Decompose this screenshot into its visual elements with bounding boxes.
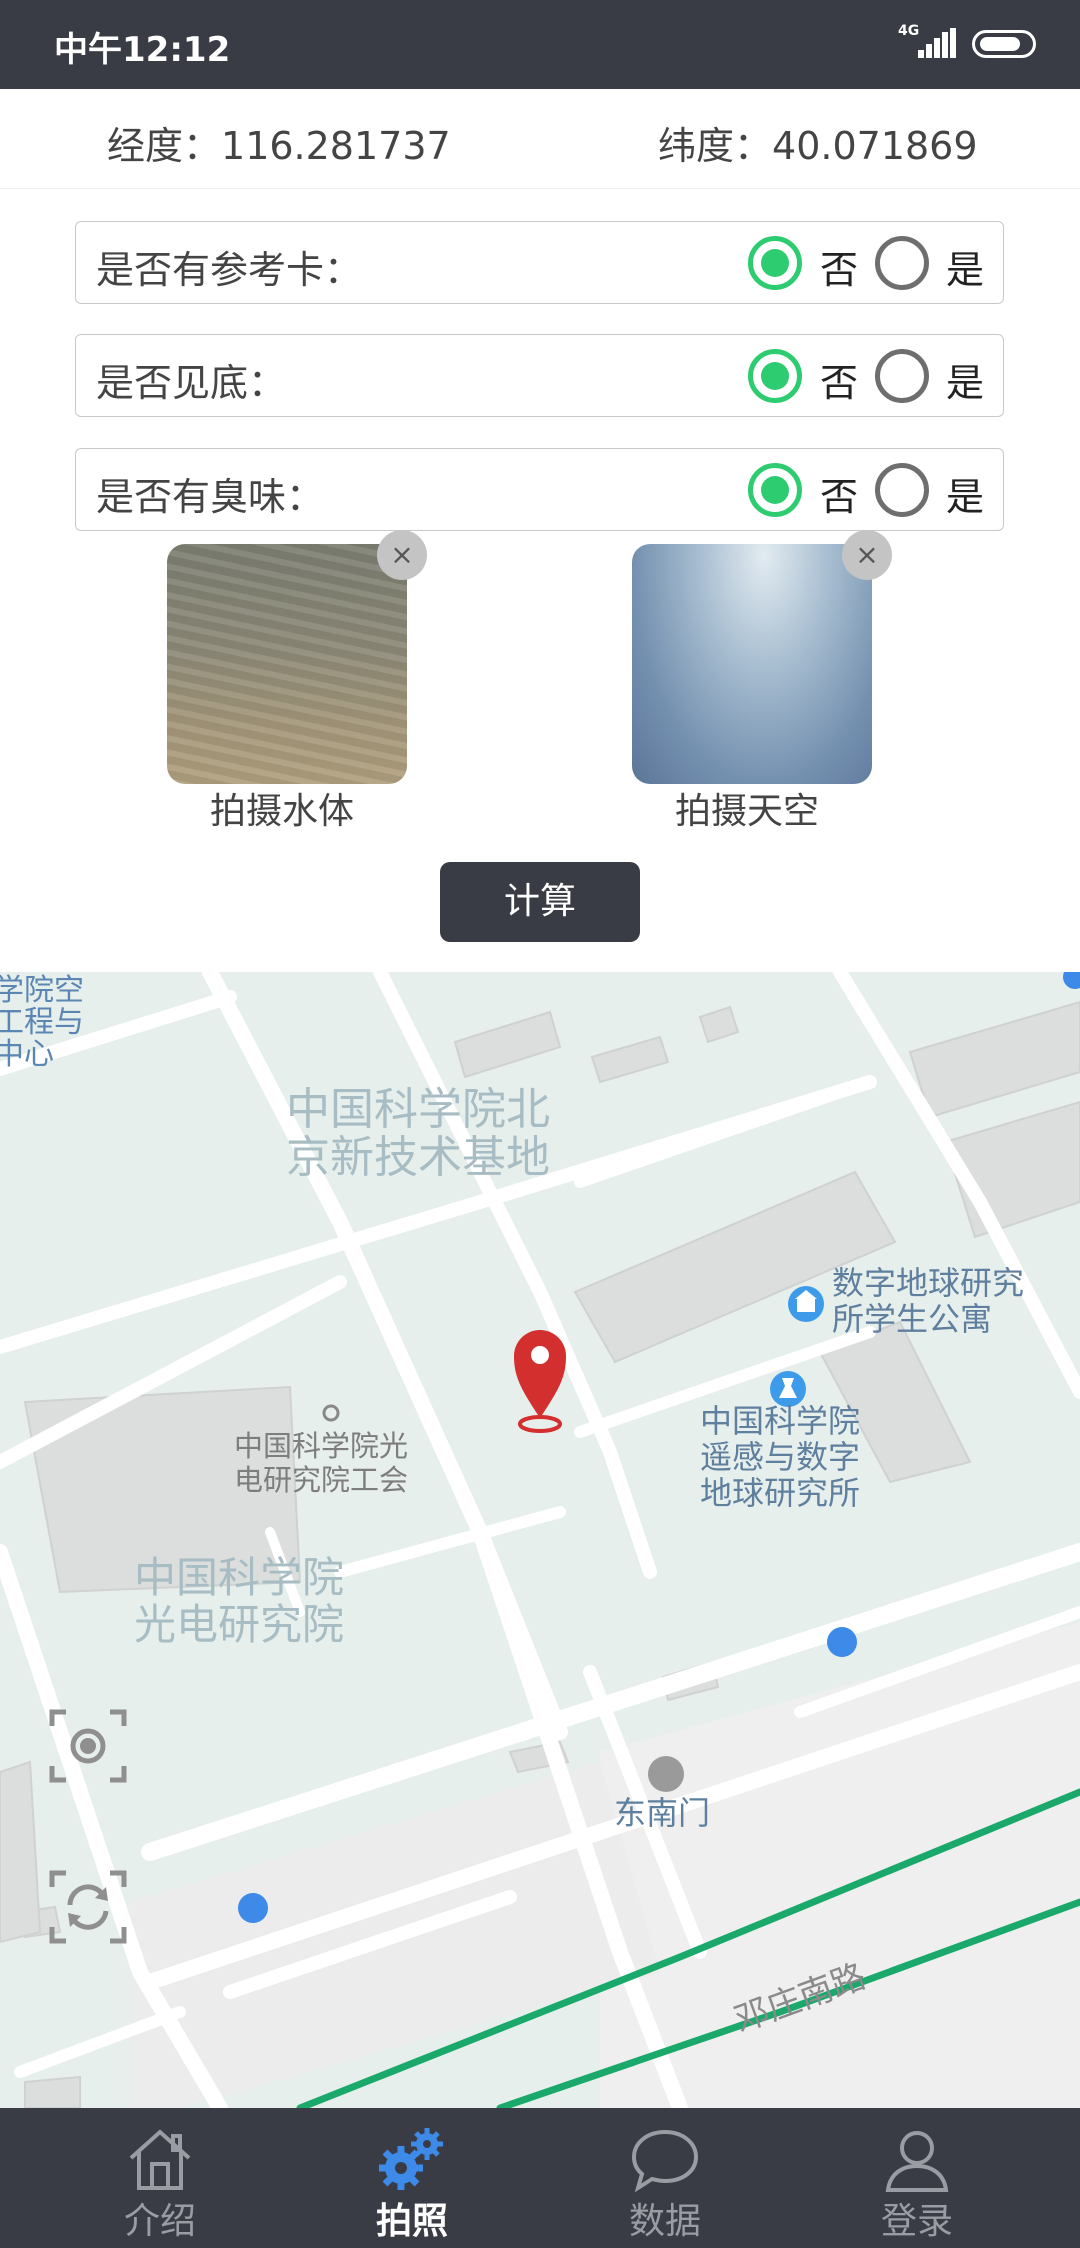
parking-icon <box>238 1893 268 1923</box>
signal-icon <box>918 28 956 58</box>
question-odor: 是否有臭味： 否 是 <box>75 448 1004 531</box>
question-reference-card: 是否有参考卡： 否 是 <box>75 221 1004 304</box>
radio-yes-label: 是 <box>946 475 985 519</box>
parking-icon <box>1063 972 1080 989</box>
radio-no-label: 否 <box>820 475 859 519</box>
radio-yes[interactable] <box>875 463 929 517</box>
water-photo-label: 拍摄水体 <box>209 791 354 832</box>
radio-yes[interactable] <box>875 236 929 290</box>
status-bar: 中午12:12 4G <box>0 0 1080 89</box>
map-label: 东南门 <box>614 1795 710 1831</box>
latitude-label: 纬度： <box>658 124 773 168</box>
map-label: 中国科学院北 <box>286 1085 550 1134</box>
longitude-value: 116.281737 <box>221 124 451 168</box>
refresh-map-icon[interactable] <box>48 1867 128 1947</box>
radio-yes[interactable] <box>875 349 929 403</box>
bottom-nav: 介绍 拍照 数据 登录 <box>0 2108 1080 2248</box>
nav-label: 介绍 <box>123 2201 196 2242</box>
map-canvas: 学院空 工程与 中心 中国科学院北 京新技术基地 数字地球研究 所学生公寓 中国… <box>0 972 1080 2108</box>
network-type: 4G <box>898 23 920 39</box>
map-view[interactable]: 学院空 工程与 中心 中国科学院北 京新技术基地 数字地球研究 所学生公寓 中国… <box>0 972 1080 2108</box>
radio-no[interactable] <box>748 236 802 290</box>
map-label: 工程与 <box>0 1006 84 1039</box>
sky-photo-label: 拍摄天空 <box>674 791 819 832</box>
map-label: 遥感与数字 <box>700 1439 860 1475</box>
status-time: 中午12:12 <box>54 30 231 70</box>
home-icon <box>129 2129 191 2190</box>
radio-no-label: 否 <box>820 248 859 292</box>
sky-photo[interactable] <box>632 544 872 784</box>
nav-label: 拍照 <box>375 2201 448 2242</box>
nav-tab-photo[interactable]: 拍照 <box>277 2108 547 2248</box>
gate-poi-icon <box>648 1756 684 1792</box>
question-label: 是否见底： <box>96 361 287 405</box>
latitude-value: 40.071869 <box>772 124 978 168</box>
question-label: 是否有参考卡： <box>96 248 363 292</box>
remove-water-photo-button[interactable]: × <box>377 530 427 580</box>
nav-label: 数据 <box>628 2201 701 2242</box>
map-label: 中国科学院 <box>700 1403 860 1439</box>
nav-tab-login[interactable]: 登录 <box>782 2108 1052 2248</box>
chat-bubble-icon <box>631 2129 699 2193</box>
longitude-label: 经度： <box>107 124 222 168</box>
longitude-readout: 经度：116.281737 <box>107 115 451 170</box>
parking-icon <box>827 1627 857 1657</box>
question-see-bottom: 是否见底： 否 是 <box>75 334 1004 417</box>
map-label: 学院空 <box>0 974 84 1007</box>
nav-label: 登录 <box>880 2201 953 2242</box>
question-label: 是否有臭味： <box>96 475 325 519</box>
calculate-button[interactable]: 计算 <box>440 862 640 942</box>
location-marker-icon <box>514 1330 566 1433</box>
locate-me-icon[interactable] <box>48 1706 128 1786</box>
map-label: 地球研究所 <box>700 1475 860 1511</box>
map-label: 电研究院工会 <box>234 1464 408 1497</box>
coordinates-bar: 经度：116.281737 纬度：40.071869 <box>0 89 1080 189</box>
radio-no[interactable] <box>748 463 802 517</box>
map-label: 中国科学院光 <box>234 1430 408 1463</box>
poi-dot-icon <box>322 1404 340 1422</box>
map-label: 光电研究院 <box>134 1601 344 1648</box>
nav-tab-intro[interactable]: 介绍 <box>25 2108 295 2248</box>
battery-icon <box>972 30 1036 58</box>
gears-icon <box>379 2128 443 2190</box>
radio-no-label: 否 <box>820 361 859 405</box>
remove-sky-photo-button[interactable]: × <box>842 530 892 580</box>
water-photo[interactable] <box>167 544 407 784</box>
map-label: 中心 <box>0 1038 54 1071</box>
radio-no[interactable] <box>748 349 802 403</box>
user-icon <box>885 2131 949 2192</box>
nav-tab-data[interactable]: 数据 <box>530 2108 800 2248</box>
map-label: 数字地球研究 <box>832 1265 1024 1301</box>
map-label: 京新技术基地 <box>286 1133 550 1182</box>
radio-yes-label: 是 <box>946 361 985 405</box>
latitude-readout: 纬度：40.071869 <box>658 115 978 170</box>
map-label: 所学生公寓 <box>832 1301 992 1337</box>
map-label: 中国科学院 <box>134 1554 344 1601</box>
radio-yes-label: 是 <box>946 248 985 292</box>
